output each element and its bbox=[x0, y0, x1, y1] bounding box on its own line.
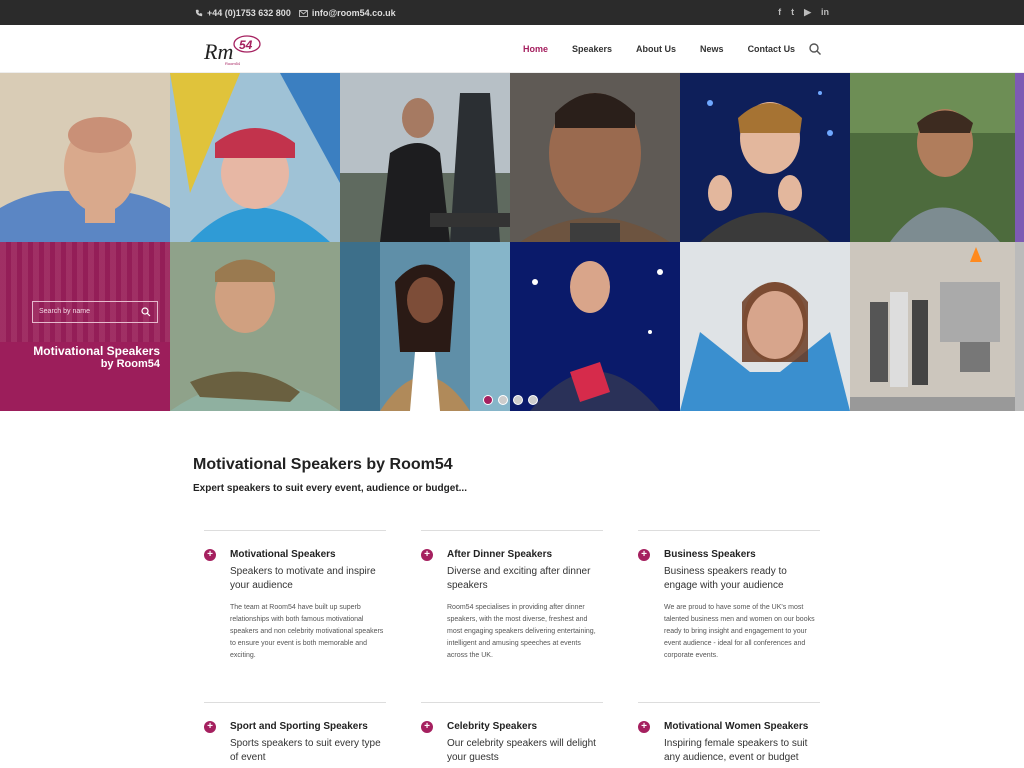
promo-panel: Motivational Speakers by Room54 bbox=[0, 242, 170, 411]
slider-pagination bbox=[483, 395, 538, 405]
plus-icon[interactable]: + bbox=[421, 721, 433, 733]
audience-image bbox=[0, 242, 170, 342]
speaker-photo[interactable] bbox=[850, 242, 1020, 411]
email-link[interactable]: info@room54.co.uk bbox=[298, 8, 396, 18]
speaker-photo[interactable] bbox=[170, 242, 340, 411]
card-title[interactable]: Motivational Speakers bbox=[230, 549, 336, 560]
youtube-icon[interactable]: ▶ bbox=[804, 7, 811, 18]
card-title[interactable]: Sport and Sporting Speakers bbox=[230, 721, 368, 732]
speaker-photo[interactable] bbox=[680, 73, 850, 242]
plus-icon[interactable]: + bbox=[204, 549, 216, 561]
linkedin-icon[interactable]: in bbox=[821, 7, 829, 18]
speaker-photo[interactable] bbox=[340, 242, 510, 411]
email-address: info@room54.co.uk bbox=[311, 8, 396, 18]
divider bbox=[421, 702, 603, 703]
divider bbox=[638, 530, 820, 531]
card-body: Room54 specialises in providing after di… bbox=[447, 604, 596, 659]
contact-info: +44 (0)1753 632 800 info@room54.co.uk bbox=[195, 8, 396, 18]
speaker-photo[interactable] bbox=[850, 73, 1020, 242]
facebook-icon[interactable]: f bbox=[778, 7, 781, 18]
nav-contact-us[interactable]: Contact Us bbox=[748, 44, 796, 54]
promo-title: Motivational Speakers by Room54 bbox=[33, 344, 160, 371]
card-subtitle: Diverse and exciting after dinner speake… bbox=[447, 566, 591, 591]
speaker-photo[interactable] bbox=[510, 242, 680, 411]
search-icon[interactable] bbox=[141, 307, 151, 317]
svg-text:Room54: Room54 bbox=[225, 61, 241, 66]
phone-icon bbox=[195, 9, 203, 17]
speaker-photo[interactable] bbox=[170, 73, 340, 242]
speaker-photo[interactable] bbox=[340, 73, 510, 242]
phone-link[interactable]: +44 (0)1753 632 800 bbox=[195, 8, 291, 18]
card-subtitle: Inspiring female speakers to suit any au… bbox=[664, 738, 808, 763]
divider bbox=[204, 530, 386, 531]
nav-about-us[interactable]: About Us bbox=[636, 44, 676, 54]
plus-icon[interactable]: + bbox=[421, 549, 433, 561]
main-nav: Home Speakers About Us News Contact Us bbox=[523, 44, 819, 54]
main-content: Motivational Speakers by Room54 Expert s… bbox=[0, 411, 1024, 768]
card-subtitle: Speakers to motivate and inspire your au… bbox=[230, 566, 376, 591]
envelope-icon bbox=[298, 9, 308, 17]
speaker-photo[interactable] bbox=[1015, 73, 1024, 242]
divider bbox=[421, 530, 603, 531]
card-body: We are proud to have some of the UK's mo… bbox=[664, 604, 815, 659]
speaker-photo[interactable] bbox=[680, 242, 850, 411]
plus-icon[interactable]: + bbox=[638, 721, 650, 733]
speaker-photo[interactable] bbox=[0, 73, 170, 242]
card-subtitle: Business speakers ready to engage with y… bbox=[664, 566, 787, 591]
page-tagline: Expert speakers to suit every event, aud… bbox=[193, 483, 467, 494]
page-title: Motivational Speakers by Room54 bbox=[193, 456, 453, 473]
social-links: f t ▶ in bbox=[778, 7, 829, 18]
svg-text:54: 54 bbox=[239, 38, 253, 52]
card-title[interactable]: Business Speakers bbox=[664, 549, 756, 560]
nav-speakers[interactable]: Speakers bbox=[572, 44, 612, 54]
card-title[interactable]: Celebrity Speakers bbox=[447, 721, 537, 732]
search-placeholder: Search by name bbox=[39, 308, 90, 315]
nav-news[interactable]: News bbox=[700, 44, 724, 54]
divider bbox=[204, 702, 386, 703]
plus-icon[interactable]: + bbox=[204, 721, 216, 733]
twitter-icon[interactable]: t bbox=[791, 7, 794, 18]
speaker-search-input[interactable]: Search by name bbox=[32, 301, 158, 323]
card-subtitle: Our celebrity speakers will delight your… bbox=[447, 738, 596, 763]
card-body: The team at Room54 have built up superb … bbox=[230, 604, 384, 659]
room54-logo[interactable]: Rm 54 Room54 bbox=[203, 33, 263, 67]
speaker-photo[interactable] bbox=[510, 73, 680, 242]
plus-icon[interactable]: + bbox=[638, 549, 650, 561]
hero-speaker-grid: Motivational Speakers by Room54 Search b… bbox=[0, 73, 1024, 411]
nav-home[interactable]: Home bbox=[523, 44, 548, 54]
phone-number: +44 (0)1753 632 800 bbox=[207, 8, 291, 18]
slider-dot[interactable] bbox=[498, 395, 508, 405]
speaker-photo[interactable] bbox=[1015, 242, 1024, 411]
card-subtitle: Sports speakers to suit every type of ev… bbox=[230, 738, 381, 763]
divider bbox=[638, 702, 820, 703]
site-header: Rm 54 Room54 Home Speakers About Us News… bbox=[0, 25, 1024, 73]
slider-dot[interactable] bbox=[528, 395, 538, 405]
slider-dot[interactable] bbox=[483, 395, 493, 405]
slider-dot[interactable] bbox=[513, 395, 523, 405]
card-title[interactable]: After Dinner Speakers bbox=[447, 549, 552, 560]
search-icon[interactable] bbox=[808, 42, 822, 56]
top-bar: +44 (0)1753 632 800 info@room54.co.uk f … bbox=[0, 0, 1024, 25]
card-title[interactable]: Motivational Women Speakers bbox=[664, 721, 808, 732]
